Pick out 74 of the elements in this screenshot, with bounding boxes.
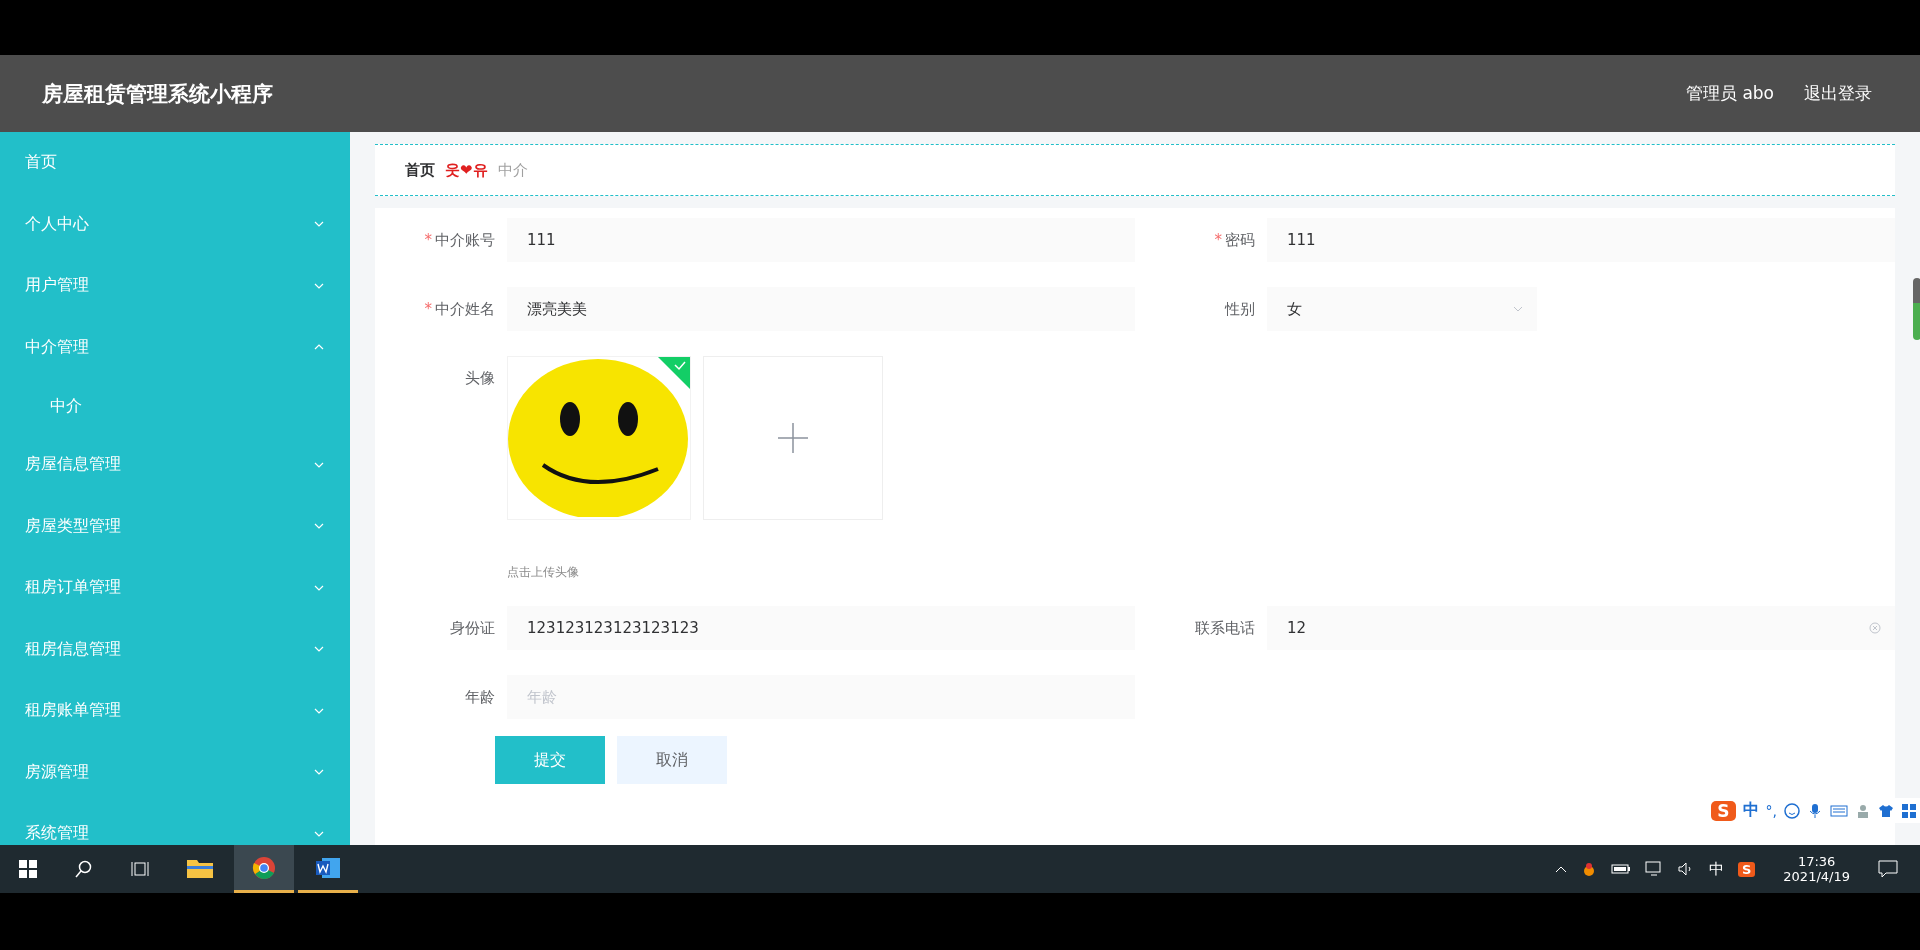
plus-icon (778, 423, 808, 453)
breadcrumb-current: 中介 (497, 160, 528, 180)
chevron-icon (314, 523, 324, 530)
breadcrumb-separator: 웃❤유 (445, 160, 488, 180)
chevron-icon (314, 282, 324, 289)
chevron-icon (314, 344, 324, 351)
input-field[interactable]: 123123123123123123 (507, 606, 1135, 650)
input-field[interactable]: 年龄 (507, 675, 1135, 719)
task-view-icon[interactable] (131, 860, 151, 878)
folder-icon (187, 857, 213, 878)
chevron-icon (314, 707, 324, 714)
required-mark: * (424, 300, 432, 318)
chevron-icon (314, 221, 324, 228)
required-mark: * (424, 231, 432, 249)
sogou-logo-icon[interactable]: S (1711, 800, 1736, 821)
submenu-item[interactable]: 中介 (0, 378, 350, 434)
menu-item[interactable]: 房屋信息管理 (0, 434, 350, 496)
menu-item[interactable]: 租房账单管理 (0, 680, 350, 742)
chevron-icon (314, 646, 324, 653)
document-app-icon (316, 856, 340, 879)
field-label: 中介姓名 (435, 299, 495, 319)
shirt-icon[interactable] (1878, 802, 1894, 819)
menu-item[interactable]: 首页 (0, 132, 350, 194)
clock-time[interactable]: 17:36 (1797, 854, 1836, 869)
menu-item[interactable]: 房源管理 (0, 741, 350, 803)
logout-link[interactable]: 退出登录 (1804, 82, 1872, 105)
input-field[interactable]: 111 (1267, 218, 1895, 262)
browser-icon (252, 855, 276, 880)
scrollbar-thumb[interactable] (1913, 278, 1920, 340)
smiley-icon[interactable] (1784, 802, 1800, 819)
sogou-tray-icon[interactable]: S (1737, 861, 1756, 877)
menu-item[interactable]: 用户管理 (0, 255, 350, 317)
microphone-icon[interactable] (1807, 802, 1823, 819)
chevron-up-icon[interactable] (1554, 865, 1567, 873)
submit-button[interactable]: 提交 (495, 736, 605, 784)
menu-item[interactable]: 系统管理 (0, 803, 350, 845)
menu-item[interactable]: 中介管理 (0, 316, 350, 378)
field-label: 密码 (1225, 230, 1255, 250)
chevron-icon (314, 830, 324, 837)
upload-hint: 点击上传头像 (507, 564, 580, 581)
select-field[interactable]: 女 (1267, 287, 1537, 331)
field-label: 年龄 (465, 687, 495, 707)
input-field[interactable]: 12 (1267, 606, 1895, 650)
clock-date[interactable]: 2021/4/19 (1783, 869, 1850, 884)
chevron-icon (314, 769, 324, 776)
notification-icon[interactable] (1878, 860, 1898, 878)
menu-item[interactable]: 个人中心 (0, 193, 350, 255)
ime-mode[interactable]: 中 (1742, 800, 1759, 821)
windows-start-icon[interactable] (19, 860, 37, 878)
menu-item[interactable]: 房屋类型管理 (0, 495, 350, 557)
caret-icon (1513, 306, 1523, 312)
app-title: 房屋租赁管理系统小程序 (42, 80, 273, 108)
breadcrumb-link[interactable]: 首页 (405, 160, 435, 180)
taskbar-app[interactable] (234, 845, 294, 893)
input-field[interactable]: 漂亮美美 (507, 287, 1135, 331)
input-field[interactable]: 111 (507, 218, 1135, 262)
required-mark: * (1214, 231, 1222, 249)
chevron-icon (314, 584, 324, 591)
ime-punctuation[interactable]: °, (1765, 802, 1777, 819)
input-method-indicator[interactable]: 中 (1708, 859, 1724, 879)
grid-icon[interactable] (1901, 802, 1917, 819)
network-icon[interactable] (1644, 861, 1663, 877)
field-label: 联系电话 (1195, 618, 1255, 638)
field-label: 性别 (1225, 299, 1255, 319)
field-label: 中介账号 (435, 230, 495, 250)
user-name: 管理员 abo (1686, 82, 1774, 105)
cancel-button[interactable]: 取消 (617, 736, 727, 784)
field-label: 身份证 (450, 618, 495, 638)
field-label: 头像 (465, 368, 495, 388)
battery-icon[interactable] (1610, 863, 1631, 875)
menu-item[interactable]: 租房订单管理 (0, 557, 350, 619)
chevron-icon (314, 461, 324, 468)
menu-item[interactable]: 租房信息管理 (0, 618, 350, 680)
search-icon[interactable] (75, 860, 93, 878)
